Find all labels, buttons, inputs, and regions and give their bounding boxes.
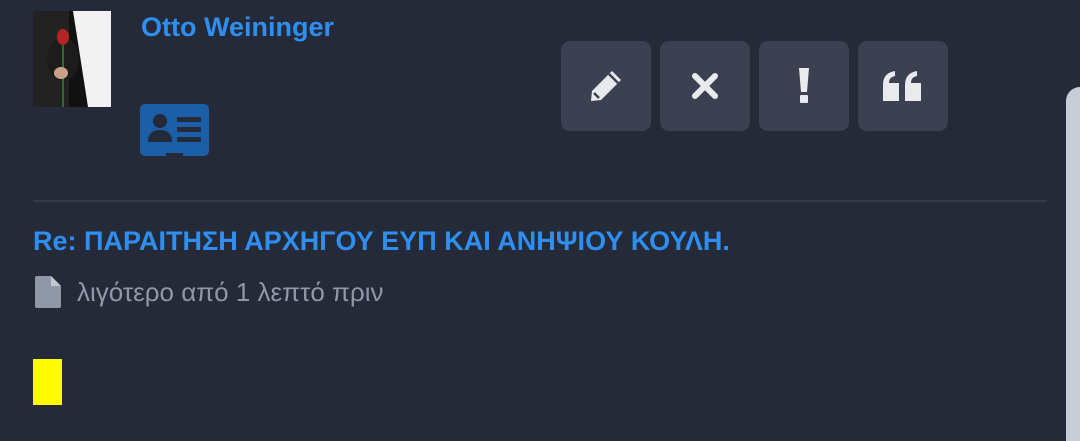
- quote-icon: [883, 71, 921, 101]
- post-title[interactable]: Re: ΠΑΡΑΙΤΗΣΗ ΑΡΧΗΓΟΥ ΕΥΠ ΚΑΙ ΑΝΗΨΙΟΥ ΚΟ…: [33, 226, 730, 257]
- avatar-image: [33, 11, 111, 107]
- delete-button[interactable]: [660, 41, 750, 131]
- id-card-icon[interactable]: [140, 104, 209, 156]
- report-button[interactable]: [759, 41, 849, 131]
- scrollbar[interactable]: [1066, 87, 1080, 441]
- pencil-icon: [591, 71, 621, 101]
- divider: [33, 200, 1047, 202]
- quote-button[interactable]: [858, 41, 948, 131]
- post-actions: [561, 41, 948, 131]
- post-meta: λιγότερο από 1 λεπτό πριν: [35, 276, 384, 308]
- author-name[interactable]: Otto Weininger: [141, 12, 334, 43]
- document-icon: [35, 276, 61, 308]
- post-timestamp: λιγότερο από 1 λεπτό πριν: [77, 276, 384, 307]
- post-body-highlight: [33, 359, 62, 405]
- author-avatar[interactable]: [33, 11, 111, 107]
- exclamation-icon: [799, 68, 809, 103]
- close-icon: [692, 73, 718, 99]
- edit-button[interactable]: [561, 41, 651, 131]
